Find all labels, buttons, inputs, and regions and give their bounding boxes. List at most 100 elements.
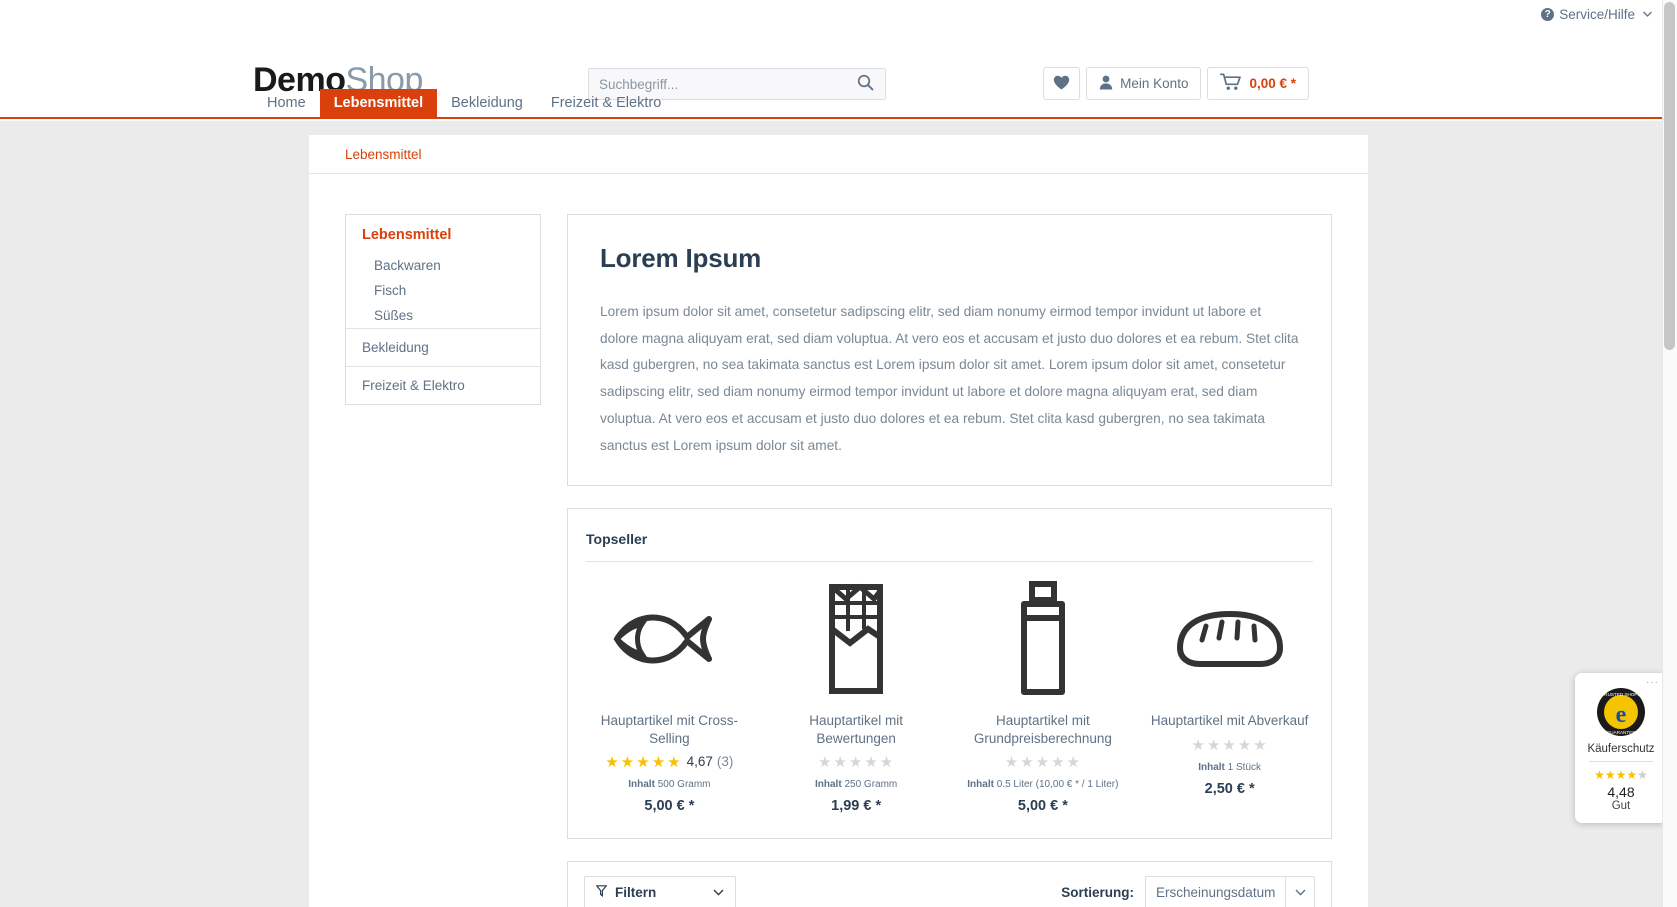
sidebar-item-suesses[interactable]: Süßes	[346, 303, 540, 328]
content-label: Inhalt	[628, 778, 655, 790]
star-icon: ★	[817, 753, 833, 771]
fish-icon	[609, 599, 729, 684]
product-name[interactable]: Hauptartikel mit Cross-Selling	[584, 712, 755, 747]
content-shell: Lebensmittel Lebensmittel Backwaren Fisc…	[309, 135, 1368, 907]
main-column: Lorem Ipsum Lorem ipsum dolor sit amet, …	[567, 214, 1332, 907]
rating-stars[interactable]: ★ ★ ★ ★ ★	[958, 753, 1129, 771]
chevron-down-icon	[1285, 876, 1314, 907]
nav-item-lebensmittel[interactable]: Lebensmittel	[319, 89, 438, 117]
category-sidebar: Lebensmittel Backwaren Fisch Süßes Bekle…	[345, 214, 541, 405]
product-name[interactable]: Hauptartikel mit Grundpreisberechnung	[958, 712, 1129, 747]
star-icon: ★	[667, 753, 682, 771]
breadcrumb: Lebensmittel	[309, 135, 1368, 174]
topseller-heading: Topseller	[586, 531, 648, 548]
content-value: 0.5 Liter (10,00 € * / 1 Liter)	[996, 778, 1119, 790]
trusted-shops-label: Käuferschutz	[1587, 743, 1655, 755]
star-icon: ★	[636, 753, 651, 771]
sidebar-item-bekleidung[interactable]: Bekleidung	[346, 328, 540, 366]
product-content: Inhalt 250 Gramm	[771, 779, 942, 790]
filter-button[interactable]: Filtern	[584, 875, 736, 907]
scrollbar-thumb[interactable]	[1664, 2, 1675, 350]
nav-item-bekleidung[interactable]: Bekleidung	[437, 89, 537, 117]
product-name[interactable]: Hauptartikel mit Bewertungen	[771, 712, 942, 747]
star-icon: ★	[1594, 768, 1605, 782]
star-icon: ★	[1615, 768, 1627, 782]
star-icon: ★	[1253, 736, 1268, 754]
nav-item-home[interactable]: Home	[253, 89, 320, 117]
top-service-bar: ? Service/Hilfe	[0, 0, 1677, 29]
sort-label: Sortierung:	[1061, 884, 1134, 900]
rating-value: 4,67	[686, 754, 713, 770]
question-circle-icon: ?	[1541, 8, 1555, 21]
columns-wrapper: Lebensmittel Backwaren Fisch Süßes Bekle…	[309, 174, 1368, 907]
category-description-panel: Lorem Ipsum Lorem ipsum dolor sit amet, …	[567, 214, 1332, 487]
tube-icon	[1010, 580, 1076, 703]
star-icon: ★	[1035, 753, 1051, 771]
breadcrumb-item-lebensmittel[interactable]: Lebensmittel	[345, 147, 422, 162]
star-icon: ★	[1066, 753, 1081, 771]
sidebar-item-freizeit-elektro[interactable]: Freizeit & Elektro	[346, 366, 540, 404]
svg-text:GUARANTEE: GUARANTEE	[1607, 730, 1636, 735]
trusted-shops-score: 4,48	[1607, 784, 1635, 800]
star-icon: ★	[848, 753, 864, 771]
trusted-shops-stars: ★★★★★	[1581, 768, 1661, 782]
star-icon: ★	[620, 753, 636, 771]
sidebar-item-lebensmittel[interactable]: Lebensmittel	[346, 215, 540, 253]
product-image[interactable]	[958, 580, 1129, 703]
product-card[interactable]: Hauptartikel mit Grundpreisberechnung ★ …	[950, 570, 1137, 814]
sidebar-item-fisch[interactable]: Fisch	[346, 278, 540, 303]
nav-item-freizeit-elektro[interactable]: Freizeit & Elektro	[537, 89, 675, 117]
topseller-grid: Hauptartikel mit Cross-Selling ★ ★ ★ ★ ★…	[568, 562, 1331, 838]
page-title: Lorem Ipsum	[600, 243, 762, 273]
rating-stars[interactable]: ★ ★ ★ ★ ★	[771, 753, 942, 771]
star-icon: ★	[1222, 736, 1237, 754]
svg-text:TRUSTED SHOPS: TRUSTED SHOPS	[1601, 692, 1640, 697]
product-name[interactable]: Hauptartikel mit Abverkauf	[1144, 712, 1315, 729]
star-icon: ★	[651, 753, 667, 771]
product-price: 5,00 € *	[1017, 797, 1068, 814]
service-help-link[interactable]: ? Service/Hilfe	[1541, 7, 1652, 22]
page-scrollbar[interactable]	[1662, 0, 1677, 907]
rating-stars[interactable]: ★ ★ ★ ★ ★ 4,67 (3)	[584, 753, 755, 771]
product-card[interactable]: Hauptartikel mit Bewertungen ★ ★ ★ ★ ★ I…	[763, 570, 950, 814]
chevron-down-icon	[713, 883, 724, 901]
svg-text:e: e	[1616, 702, 1627, 728]
sidebar-item-backwaren[interactable]: Backwaren	[346, 253, 540, 278]
sort-selected-value: Erscheinungsdatum	[1156, 884, 1276, 900]
product-card[interactable]: Hauptartikel mit Abverkauf ★ ★ ★ ★ ★ Inh…	[1136, 570, 1323, 814]
chocolate-bar-icon	[816, 581, 896, 702]
content-label: Inhalt	[815, 778, 842, 790]
rating-count: (3)	[716, 754, 734, 770]
product-content: Inhalt 0.5 Liter (10,00 € * / 1 Liter)	[958, 779, 1129, 790]
star-icon: ★	[879, 753, 895, 771]
site-header: DemoShop Mein Konto	[0, 29, 1677, 100]
star-icon: ★	[1004, 753, 1020, 771]
sort-control: Sortierung: Erscheinungsdatum	[1061, 875, 1315, 907]
star-icon: ★	[1604, 768, 1616, 782]
trusted-shops-grade: Gut	[1611, 800, 1631, 812]
product-price: 5,00 € *	[644, 797, 695, 814]
filter-sort-bar: Filtern Sortierung: Erscheinungsdatum	[568, 862, 1331, 907]
page-body: Lebensmittel Lebensmittel Backwaren Fisc…	[0, 121, 1677, 907]
filter-sort-panel: Filtern Sortierung: Erscheinungsdatum	[567, 860, 1332, 907]
product-card[interactable]: Hauptartikel mit Cross-Selling ★ ★ ★ ★ ★…	[576, 570, 763, 814]
product-image[interactable]	[1144, 582, 1315, 700]
star-icon: ★	[1191, 736, 1206, 754]
star-icon: ★	[1206, 736, 1222, 754]
service-help-label: Service/Hilfe	[1559, 7, 1635, 22]
trusted-shops-badge[interactable]: ··· e TRUSTED SHOPS GUARANTEE Käuferschu…	[1575, 673, 1667, 823]
star-icon: ★	[864, 753, 879, 771]
topseller-panel: Topseller Hauptartikel mit Cross-Selling…	[567, 508, 1332, 839]
content-value: 1 Stück	[1227, 761, 1262, 773]
product-image[interactable]	[771, 582, 942, 700]
star-icon: ★	[1626, 768, 1638, 782]
chevron-down-icon	[1643, 9, 1652, 20]
product-content: Inhalt 1 Stück	[1144, 762, 1315, 773]
star-icon: ★	[1020, 753, 1035, 771]
rating-stars[interactable]: ★ ★ ★ ★ ★	[1144, 736, 1315, 754]
product-image[interactable]	[584, 582, 755, 700]
sort-select[interactable]: Erscheinungsdatum	[1145, 875, 1315, 907]
funnel-icon	[595, 885, 608, 900]
star-icon: ★	[833, 753, 848, 771]
badge-menu-icon[interactable]: ···	[1646, 677, 1659, 688]
